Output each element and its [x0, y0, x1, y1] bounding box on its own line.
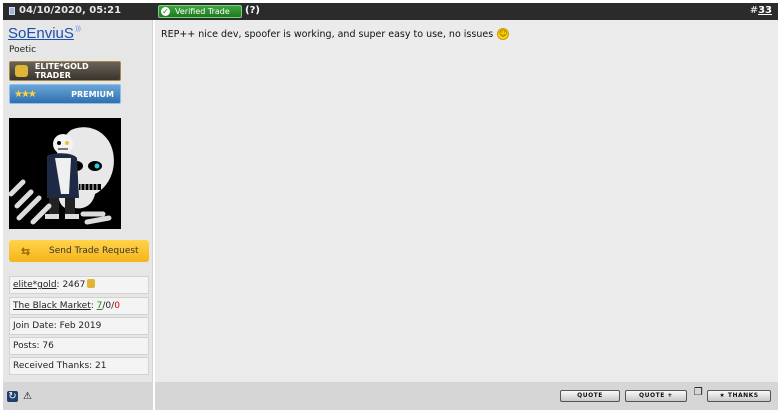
- elite-gold-link[interactable]: elite*gold: [13, 280, 57, 290]
- post-number: #33: [750, 5, 772, 16]
- user-sidebar: SoEnviuS ))) Poetic ELITE*GOLD TRADER ★★…: [3, 20, 153, 382]
- multiquote-icon[interactable]: ❐: [692, 388, 705, 400]
- stat-elite-gold: elite*gold: 2467: [9, 276, 149, 294]
- verified-trade-badge[interactable]: ✓ Verified Trade: [158, 5, 242, 18]
- post-footer-left: ↻ ⚠: [3, 382, 153, 410]
- black-market-link[interactable]: The Black Market: [13, 301, 91, 311]
- arrows-icon: ⇆: [21, 244, 31, 258]
- avatar[interactable]: [9, 118, 121, 229]
- elite-gold-value: : 2467: [56, 280, 86, 290]
- stat-join-date: Join Date: Feb 2019: [9, 317, 149, 335]
- verified-trade-label: Verified Trade: [175, 7, 230, 16]
- stat-received-thanks: Received Thanks: 21: [9, 357, 149, 375]
- post-message: REP++ nice dev, spoofer is working, and …: [161, 28, 510, 40]
- stat-black-market: The Black Market: 7/0/0: [9, 297, 149, 315]
- post-body: REP++ nice dev, spoofer is working, and …: [155, 20, 778, 382]
- elite-gold-trader-badge: ELITE*GOLD TRADER: [9, 61, 121, 81]
- stat-posts: Posts: 76: [9, 337, 149, 355]
- post-date-text: 04/10/2020, 05:21: [19, 5, 122, 16]
- user-title: Poetic: [9, 45, 37, 55]
- post-message-text: REP++ nice dev, spoofer is working, and …: [161, 28, 494, 40]
- quote-plus-button[interactable]: QUOTE +: [625, 390, 687, 402]
- send-trade-request-label: Send Trade Request: [49, 246, 139, 256]
- check-icon: ✓: [161, 7, 170, 16]
- elite-gold-trader-label: ELITE*GOLD TRADER: [34, 62, 89, 80]
- post-date: 04/10/2020, 05:21: [9, 5, 121, 16]
- post-header: 04/10/2020, 05:21 ✓ Verified Trade (?) #…: [3, 3, 778, 20]
- thanks-label: THANKS: [727, 392, 759, 399]
- username-row: SoEnviuS ))): [8, 25, 81, 42]
- coin-icon: [87, 279, 96, 288]
- black-market-negative: 0: [114, 301, 120, 311]
- premium-badge: ★★★ PREMIUM: [9, 84, 121, 104]
- quote-button[interactable]: QUOTE: [560, 390, 620, 402]
- post-number-prefix: #: [749, 5, 759, 16]
- wifi-icon: ))): [74, 25, 81, 33]
- smiley-icon: ☺: [497, 28, 510, 40]
- premium-label: PREMIUM: [71, 89, 114, 99]
- send-trade-request-button[interactable]: ⇆ Send Trade Request: [9, 240, 149, 262]
- username-link[interactable]: SoEnviuS: [8, 25, 74, 42]
- gold-icon: [15, 65, 28, 77]
- star-icon: ★: [719, 392, 726, 399]
- warning-icon[interactable]: ⚠: [22, 391, 33, 402]
- thanks-button[interactable]: ★ THANKS: [707, 390, 771, 402]
- doc-icon: [9, 6, 15, 15]
- post-number-link[interactable]: 33: [758, 5, 772, 16]
- help-link[interactable]: (?): [245, 5, 260, 16]
- post-footer-right: QUOTE QUOTE + ❐ ★ THANKS: [155, 382, 778, 410]
- avatar-image: [9, 118, 121, 229]
- refresh-icon[interactable]: ↻: [7, 391, 18, 402]
- stars-icon: ★★★: [14, 88, 37, 100]
- black-market-neutral: /0/: [102, 301, 115, 311]
